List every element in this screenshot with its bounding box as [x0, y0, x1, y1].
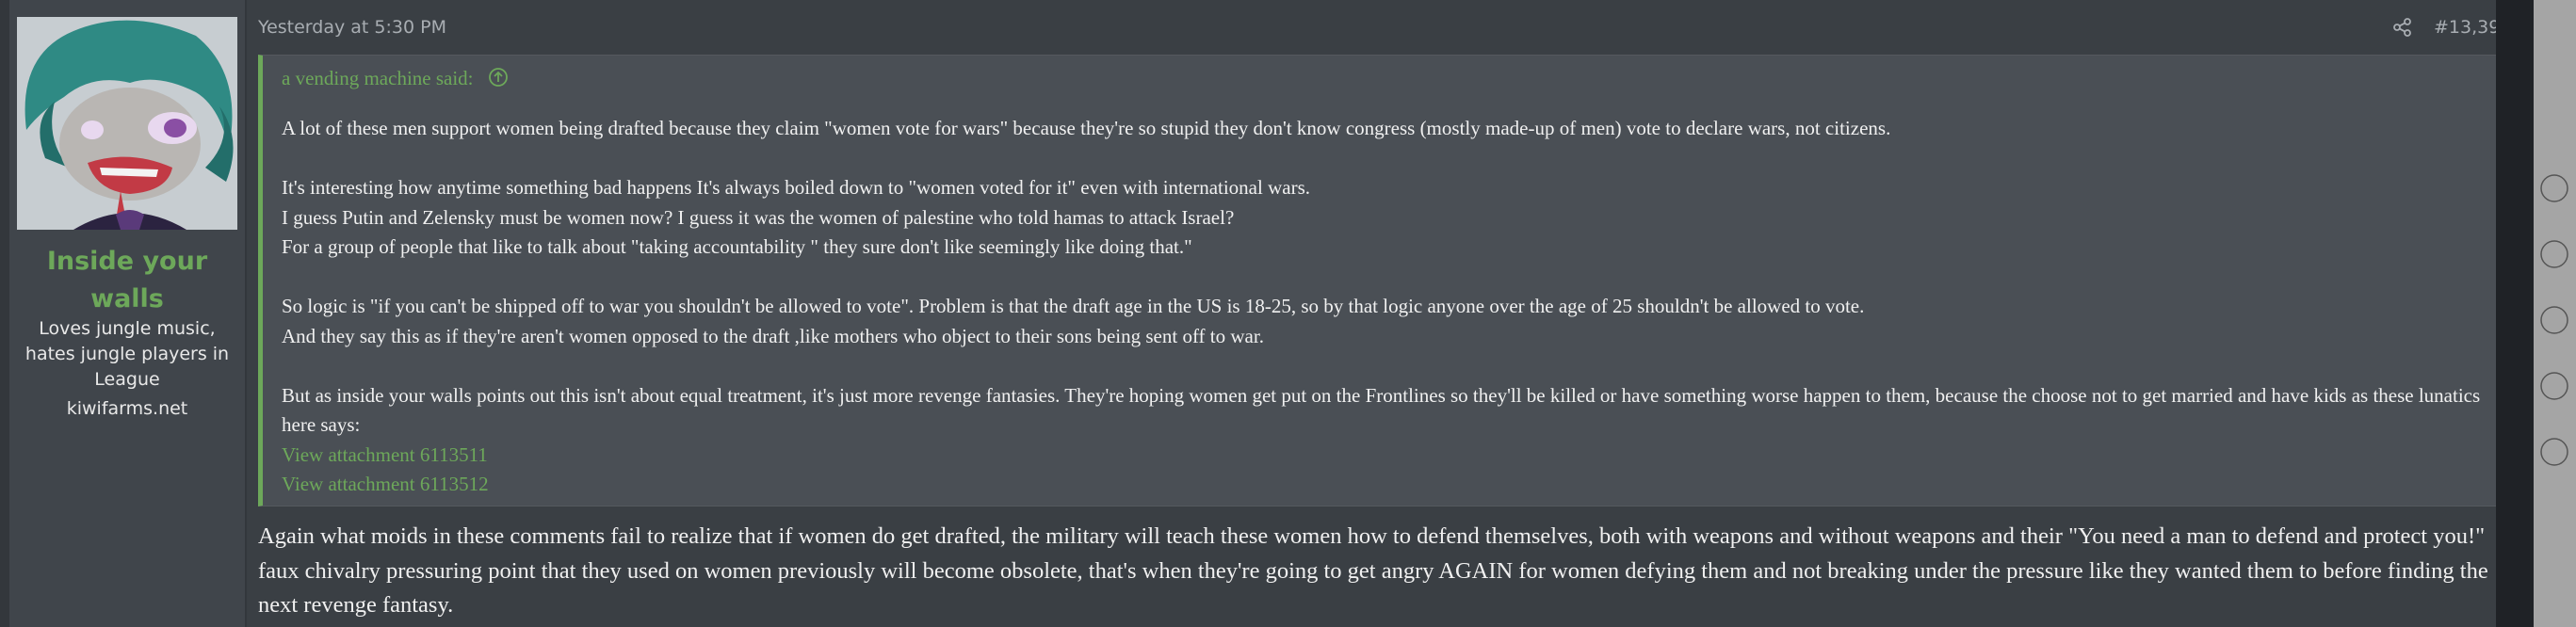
- background-image: [2534, 0, 2576, 627]
- user-site: kiwifarms.net: [66, 398, 188, 419]
- avatar[interactable]: [17, 17, 237, 230]
- left-edge: [0, 0, 9, 627]
- user-title: Loves jungle music, hates jungle players…: [24, 318, 230, 390]
- share-icon[interactable]: [2392, 17, 2415, 40]
- quote-line: I guess Putin and Zelensky must be women…: [282, 205, 1235, 229]
- username[interactable]: Inside your walls: [9, 243, 245, 318]
- quote-line: And they say this as if they're aren't w…: [282, 324, 1264, 347]
- arrow-up-circle-icon[interactable]: [488, 67, 509, 93]
- quote-line: A lot of these men support women being d…: [282, 117, 1891, 139]
- quote-block: a vending machine said: A lot of these m…: [258, 55, 2503, 506]
- post-container: Inside your walls Loves jungle music, ha…: [9, 0, 2511, 627]
- quote-line: But as inside your walls points out this…: [282, 383, 2481, 437]
- quote-line: So logic is "if you can't be shipped off…: [282, 295, 1865, 317]
- page: Inside your walls Loves jungle music, ha…: [0, 0, 2576, 627]
- avatar-cartoon-icon: [17, 17, 237, 230]
- quote-author[interactable]: a vending machine said:: [282, 67, 474, 89]
- quote-header[interactable]: a vending machine said:: [282, 67, 509, 93]
- user-cell: Inside your walls Loves jungle music, ha…: [9, 0, 247, 627]
- quote-body: A lot of these men support women being d…: [282, 114, 2490, 500]
- attachment-link[interactable]: View attachment 6113511: [282, 441, 2490, 471]
- attachment-link[interactable]: View attachment 6113512: [282, 470, 2490, 500]
- quote-line: It's interesting how anytime something b…: [282, 176, 1310, 199]
- reply-text: Again what moids in these comments fail …: [258, 523, 2488, 618]
- quote-line: For a group of people that like to talk …: [282, 235, 1192, 258]
- post-timestamp[interactable]: Yesterday at 5:30 PM: [258, 17, 446, 38]
